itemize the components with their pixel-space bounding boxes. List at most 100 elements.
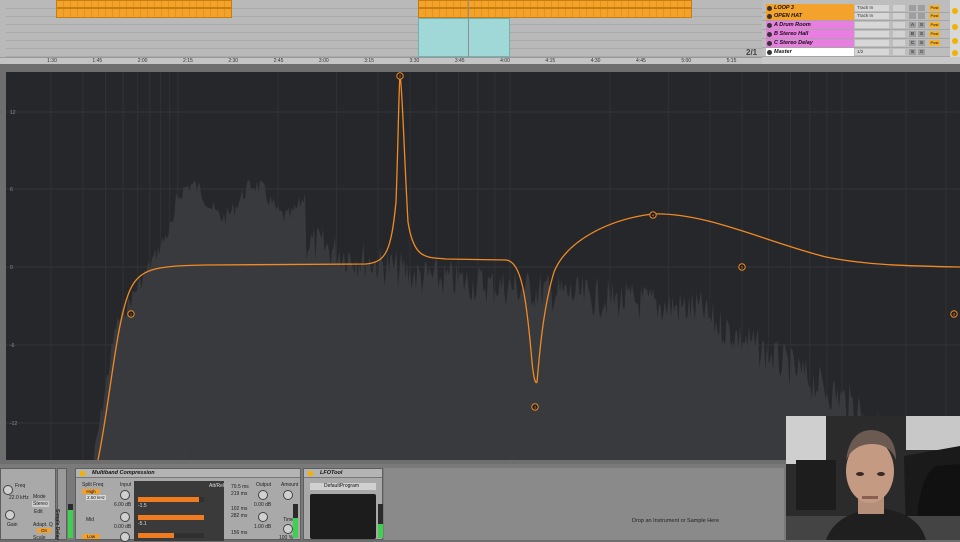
mixer-track-row[interactable]: OPEN HAT Track In Post bbox=[762, 12, 960, 21]
freq-label: Freq bbox=[15, 483, 26, 489]
track-activator-icon[interactable] bbox=[767, 31, 772, 37]
y-axis-label: -12 bbox=[10, 421, 17, 427]
track-arm-icon[interactable] bbox=[952, 24, 958, 30]
arrangement-lanes[interactable] bbox=[0, 0, 762, 57]
track-name[interactable]: OPEN HAT bbox=[766, 12, 854, 20]
track-post-button[interactable]: Post bbox=[929, 31, 940, 37]
high-band-button[interactable]: High bbox=[82, 489, 100, 494]
input-high-knob[interactable] bbox=[120, 490, 130, 500]
eq-display[interactable]: 1260-6-121001k123458 bbox=[6, 72, 960, 460]
track-activator-icon[interactable] bbox=[767, 49, 772, 55]
mode-select[interactable]: Stereo bbox=[32, 501, 49, 507]
high-freq-value[interactable]: 2.50 kHz bbox=[86, 495, 106, 500]
amount-knob[interactable] bbox=[283, 490, 293, 500]
power-icon[interactable] bbox=[80, 471, 85, 476]
mixer-track-row[interactable]: C Stereo Delay C S Post bbox=[762, 39, 960, 48]
clip[interactable] bbox=[56, 8, 232, 18]
edit-label: Edit bbox=[34, 509, 43, 515]
output-mid-knob[interactable] bbox=[258, 512, 268, 522]
track-activator-icon[interactable] bbox=[767, 22, 772, 28]
freq-knob[interactable] bbox=[3, 485, 13, 495]
track-volume[interactable] bbox=[893, 31, 905, 37]
adapt-q-toggle[interactable]: On bbox=[37, 528, 51, 533]
level-meter bbox=[293, 504, 298, 538]
track-io-select[interactable]: 1/2 bbox=[855, 49, 889, 55]
clip[interactable] bbox=[56, 0, 232, 8]
track-volume[interactable] bbox=[893, 5, 905, 11]
track-post-button[interactable]: Post bbox=[929, 22, 940, 28]
track-solo-button[interactable] bbox=[918, 13, 925, 19]
ruler-tick-label: 4:00 bbox=[500, 58, 510, 64]
time-ruler[interactable]: 1:30 1:45 2:00 2:15 2:30 2:45 3:00 3:15 3:30 3:45… bbox=[0, 57, 762, 64]
eq-graph[interactable]: 1260-6-121001k123458 bbox=[6, 72, 960, 460]
input-high-value: 6.00 dB bbox=[114, 502, 132, 508]
track-volume[interactable] bbox=[893, 13, 905, 19]
low-band-button[interactable]: Low bbox=[82, 534, 100, 539]
track-post-button[interactable]: Post bbox=[929, 40, 940, 46]
program-select[interactable]: DefaultProgram bbox=[310, 483, 376, 490]
output-high-knob[interactable] bbox=[258, 490, 268, 500]
track-post-button[interactable]: Post bbox=[929, 5, 940, 11]
track-volume[interactable] bbox=[893, 40, 905, 46]
level-meter bbox=[378, 504, 383, 538]
track-io-select[interactable] bbox=[855, 22, 889, 28]
ruler-tick-label: 3:00 bbox=[318, 58, 329, 64]
track-name[interactable]: Master bbox=[766, 48, 854, 56]
track-solo-button[interactable]: S bbox=[918, 22, 925, 28]
gain-knob[interactable] bbox=[5, 510, 15, 520]
track-io-select[interactable] bbox=[855, 31, 889, 37]
arrangement-view: 1:30 1:45 2:00 2:15 2:30 2:45 3:00 3:15 3:30 3:45… bbox=[0, 0, 960, 64]
band-display[interactable]: -1.5 -5.1 Att/Rel bbox=[134, 481, 224, 541]
track-name-label: A Drum Room bbox=[774, 22, 811, 28]
power-icon[interactable] bbox=[308, 471, 313, 476]
mixer-track-row[interactable]: B Stereo Hall B S Post bbox=[762, 30, 960, 39]
clip[interactable] bbox=[418, 8, 692, 18]
track-arm-icon[interactable] bbox=[952, 38, 958, 44]
y-axis-label: 0 bbox=[10, 265, 13, 271]
track-solo-button[interactable]: 0 bbox=[918, 49, 925, 55]
track-activator-icon[interactable] bbox=[767, 40, 772, 46]
track-arm-icon[interactable] bbox=[952, 50, 958, 56]
input-mid-knob[interactable] bbox=[120, 512, 130, 522]
track-volume[interactable] bbox=[893, 22, 905, 28]
track-activator-icon[interactable] bbox=[767, 5, 772, 11]
track-send-button[interactable]: A bbox=[909, 22, 916, 28]
track-name-label: C Stereo Delay bbox=[774, 40, 813, 46]
track-activator-icon[interactable] bbox=[767, 13, 772, 19]
playhead[interactable] bbox=[468, 0, 469, 57]
track-solo-button[interactable]: S bbox=[918, 31, 925, 37]
track-send-button[interactable] bbox=[909, 13, 916, 19]
time-knob[interactable] bbox=[283, 524, 293, 534]
ruler-tick-label: 2:30 bbox=[228, 58, 239, 64]
mixer-track-row[interactable]: Master 1/2 S 0 bbox=[762, 48, 960, 57]
track-solo-button[interactable]: S bbox=[918, 40, 925, 46]
y-axis-label: -6 bbox=[10, 343, 15, 349]
track-send-button[interactable]: B bbox=[909, 31, 916, 37]
att-low-value: 156 ms bbox=[231, 530, 248, 536]
input-low-knob[interactable] bbox=[120, 532, 130, 542]
track-name[interactable]: B Stereo Hall bbox=[766, 30, 854, 38]
track-volume[interactable] bbox=[893, 49, 905, 55]
clip[interactable] bbox=[418, 18, 510, 57]
track-send-button[interactable]: C bbox=[909, 40, 916, 46]
att-high-value: 79.5 ms bbox=[231, 484, 249, 490]
track-name[interactable]: LOOP 3 bbox=[766, 4, 854, 12]
track-io-select[interactable] bbox=[855, 40, 889, 46]
track-name-label: B Stereo Hall bbox=[774, 31, 809, 37]
track-post-button[interactable]: Post bbox=[929, 13, 940, 19]
track-io-select[interactable]: Track In bbox=[855, 13, 889, 19]
track-arm-icon[interactable] bbox=[952, 8, 958, 14]
track-send-button[interactable]: S bbox=[909, 49, 916, 55]
track-io-select[interactable]: Track In bbox=[855, 5, 889, 11]
mixer-track-row[interactable]: A Drum Room A S Post bbox=[762, 21, 960, 30]
mid-band-meter bbox=[138, 515, 204, 520]
instrument-drop-zone[interactable]: Drop an Instrument or Sample Here bbox=[384, 468, 784, 540]
lfotool-display[interactable] bbox=[310, 494, 376, 539]
track-solo-button[interactable] bbox=[918, 5, 925, 11]
output-mid-value: 1.00 dB bbox=[254, 524, 272, 530]
track-send-button[interactable] bbox=[909, 5, 916, 11]
track-name[interactable]: C Stereo Delay bbox=[766, 39, 854, 47]
clip[interactable] bbox=[418, 0, 692, 8]
time-value: 100 % bbox=[279, 535, 294, 541]
track-name[interactable]: A Drum Room bbox=[766, 21, 854, 29]
